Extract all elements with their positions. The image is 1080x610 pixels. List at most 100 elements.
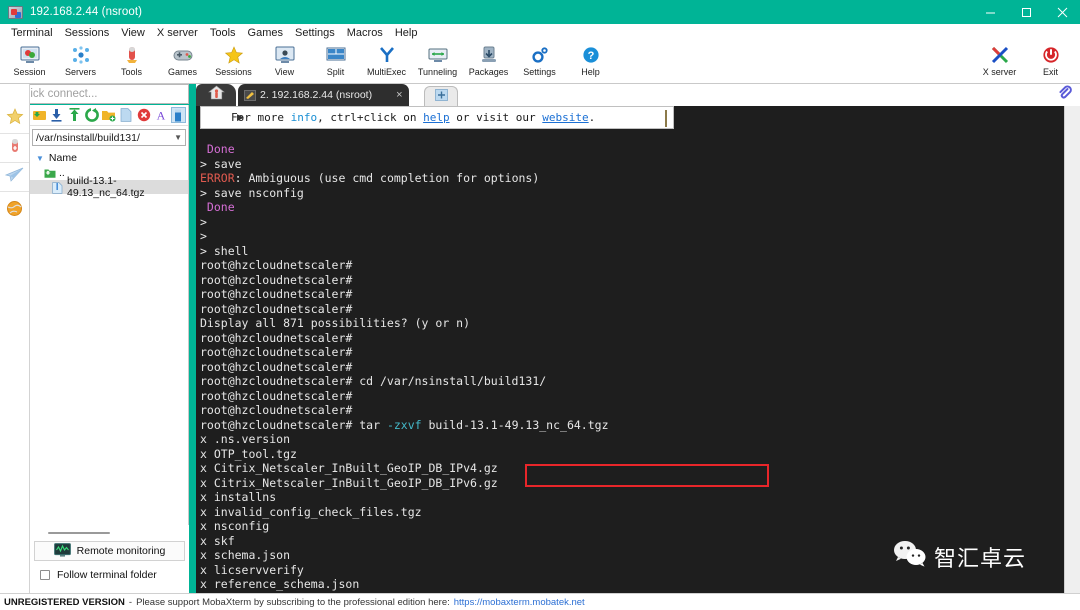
terminal-text: > save nsconfig: [200, 186, 304, 200]
tab-active-session[interactable]: 2. 192.168.2.44 (nsroot) ×: [238, 84, 409, 106]
toolbar-exit-button[interactable]: Exit: [1025, 41, 1076, 84]
toolbar-tools-button[interactable]: Tools: [106, 41, 157, 84]
toolbar-settings-label: Settings: [523, 67, 556, 77]
terminal-text: >: [200, 229, 207, 243]
menu-view[interactable]: View: [115, 26, 151, 40]
terminal-text: x licservverify: [200, 563, 304, 577]
rail-send-button[interactable]: [0, 163, 29, 192]
svg-text:A: A: [157, 109, 166, 123]
help-link[interactable]: help: [423, 111, 450, 124]
power-exit-icon: [1041, 44, 1061, 66]
toolbar-split-button[interactable]: Split: [310, 41, 361, 84]
terminal-scrollbar[interactable]: [1064, 106, 1080, 593]
toolbar-games-button[interactable]: Games: [157, 41, 208, 84]
terminal-line: x .ns.version: [200, 432, 609, 447]
toolbar-packages-button[interactable]: Packages: [463, 41, 514, 84]
info-banner-text: For more info, ctrl+click on help or vis…: [231, 111, 595, 124]
menu-xserver[interactable]: X server: [151, 26, 204, 40]
status-separator: -: [129, 597, 132, 608]
session-icon: [20, 44, 40, 66]
terminal-line: root@hzcloudnetscaler# tar -zxvf build-1…: [200, 418, 609, 433]
path-dropdown[interactable]: /var/nsinstall/build131/ ▼: [32, 129, 186, 146]
checkbox-box: [40, 570, 50, 580]
text-mode-icon[interactable]: A: [153, 107, 168, 123]
menu-sessions[interactable]: Sessions: [59, 26, 116, 40]
terminal-text: Done: [200, 200, 235, 214]
terminal-text: root@hzcloudnetscaler#: [200, 287, 352, 301]
menu-macros[interactable]: Macros: [341, 26, 389, 40]
terminal-line: Done: [200, 142, 609, 157]
toolbar-sessions-button[interactable]: Sessions: [208, 41, 259, 84]
toolbar-xserver-button[interactable]: X server: [974, 41, 1025, 84]
toolbar: Session Servers: [0, 41, 1080, 84]
terminal-text: : Ambiguous (use cmd completion for opti…: [235, 171, 540, 185]
list-item-label: build-13.1-49.13_nc_64.tgz: [67, 175, 188, 199]
website-link[interactable]: website: [542, 111, 588, 124]
menu-terminal[interactable]: Terminal: [5, 26, 59, 40]
wechat-icon: [893, 540, 927, 573]
info-banner-edge: [665, 110, 667, 127]
rail-globe-button[interactable]: [0, 196, 29, 225]
toolbar-tunneling-button[interactable]: Tunneling: [412, 41, 463, 84]
games-icon: [172, 44, 194, 66]
new-folder-icon[interactable]: [101, 107, 116, 123]
terminal-text: Done: [200, 142, 235, 156]
status-bar: UNREGISTERED VERSION - Please support Mo…: [0, 593, 1080, 610]
status-link[interactable]: https://mobaxterm.mobatek.net: [454, 597, 585, 608]
info-word: info: [291, 111, 318, 124]
follow-terminal-folder-checkbox[interactable]: Follow terminal folder: [30, 569, 189, 581]
tab-close-icon[interactable]: ×: [396, 89, 402, 101]
list-item[interactable]: build-13.1-49.13_nc_64.tgz: [30, 180, 188, 194]
toolbar-packages-label: Packages: [469, 67, 509, 77]
terminal-line: ERROR: Ambiguous (use cmd completion for…: [200, 171, 609, 186]
terminal-line: x Citrix_Netscaler_InBuilt_GeoIP_DB_IPv4…: [200, 461, 609, 476]
terminal-line: >: [200, 229, 609, 244]
toolbar-multiexec-button[interactable]: MultiExec: [361, 41, 412, 84]
home-tab-button[interactable]: [196, 84, 236, 106]
file-column-header[interactable]: ▼ Name: [30, 150, 188, 166]
terminal-output: Done> saveERROR: Ambiguous (use cmd comp…: [200, 142, 609, 593]
menu-settings[interactable]: Settings: [289, 26, 341, 40]
terminal-area[interactable]: ▶ For more info, ctrl+click on help or v…: [196, 106, 1064, 593]
terminal-tab-icon: [244, 90, 256, 101]
menu-help[interactable]: Help: [389, 26, 424, 40]
toolbar-help-button[interactable]: ? Help: [565, 41, 616, 84]
toolbar-view-button[interactable]: View: [259, 41, 310, 84]
refresh-icon[interactable]: [84, 107, 99, 123]
window-controls: [972, 0, 1080, 24]
attach-button[interactable]: [1054, 86, 1074, 104]
menu-games[interactable]: Games: [242, 26, 289, 40]
rail-tools-button[interactable]: [0, 134, 29, 163]
toolbar-servers-button[interactable]: Servers: [55, 41, 106, 84]
terminal-line: Display all 871 possibilities? (y or n): [200, 316, 609, 331]
rail-favorites-button[interactable]: [0, 105, 29, 134]
quick-connect-input[interactable]: Quick connect...: [8, 84, 189, 104]
terminal-text: x invalid_config_check_files.tgz: [200, 505, 422, 519]
help-icon: ?: [581, 44, 601, 66]
terminal-line: x installns: [200, 490, 609, 505]
star-favorites-icon: [6, 108, 24, 130]
close-button[interactable]: [1044, 0, 1080, 24]
remote-monitoring-button[interactable]: Remote monitoring: [34, 541, 185, 561]
home-icon: [208, 85, 225, 105]
maximize-button[interactable]: [1008, 0, 1044, 24]
menu-tools[interactable]: Tools: [204, 26, 242, 40]
upload-folder-icon[interactable]: [32, 107, 47, 123]
terminal-line: root@hzcloudnetscaler#: [200, 302, 609, 317]
download-icon[interactable]: [49, 107, 64, 123]
tools-icon: [122, 44, 142, 66]
terminal-text: root@hzcloudnetscaler# tar: [200, 418, 387, 432]
terminal-line: x reference_schema.json: [200, 577, 609, 592]
menu-bar: Terminal Sessions View X server Tools Ga…: [0, 24, 1080, 41]
toolbar-session-button[interactable]: Session: [4, 41, 55, 84]
new-file-icon[interactable]: [119, 107, 134, 123]
new-tab-button[interactable]: [424, 86, 458, 106]
toolbar-games-label: Games: [168, 67, 197, 77]
binary-mode-icon[interactable]: [171, 107, 186, 123]
toolbar-multiexec-label: MultiExec: [367, 67, 406, 77]
delete-icon[interactable]: [136, 107, 151, 123]
sort-arrow-icon: ▼: [36, 154, 44, 163]
minimize-button[interactable]: [972, 0, 1008, 24]
upload-icon[interactable]: [67, 107, 82, 123]
toolbar-settings-button[interactable]: Settings: [514, 41, 565, 84]
